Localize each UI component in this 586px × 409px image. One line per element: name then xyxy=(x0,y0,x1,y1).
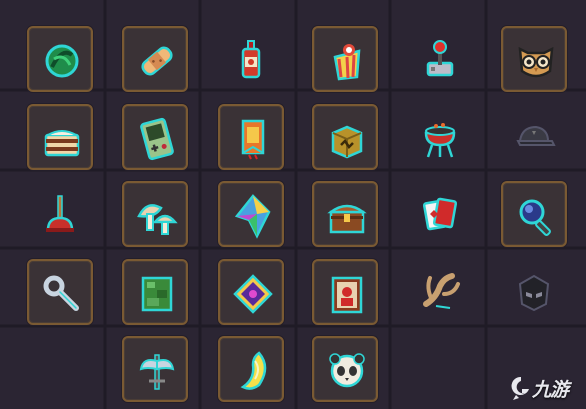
watermark: 九游 xyxy=(510,373,576,403)
dark-cap-icon xyxy=(516,125,556,146)
inventory-slot[interactable] xyxy=(218,336,284,402)
playing-cards-icon xyxy=(422,197,458,231)
wrench-icon xyxy=(43,275,79,311)
inventory-slot[interactable] xyxy=(312,104,378,170)
orange-banner-icon xyxy=(241,119,265,160)
jiuyou-logo-icon xyxy=(511,376,529,400)
watermark-text: 九游 xyxy=(532,379,569,401)
inventory-slot[interactable] xyxy=(27,181,93,247)
portrait-frame-icon xyxy=(331,276,363,314)
inventory-slot[interactable] xyxy=(218,26,284,92)
inventory-slot[interactable] xyxy=(407,26,473,92)
treasure-chest-icon xyxy=(327,204,367,234)
inventory-slot[interactable] xyxy=(122,104,188,170)
inventory-grid xyxy=(0,0,586,409)
hot-sauce-bottle-icon xyxy=(241,40,261,79)
inventory-slot[interactable] xyxy=(122,181,188,247)
inventory-slot[interactable] xyxy=(27,26,93,92)
inventory-slot[interactable] xyxy=(312,336,378,402)
green-melon-icon xyxy=(45,44,79,78)
inventory-slot[interactable] xyxy=(501,26,567,92)
inventory-slot[interactable] xyxy=(122,26,188,92)
dark-helmet-icon xyxy=(518,274,550,312)
double-axe-icon xyxy=(139,354,175,390)
inventory-slot[interactable] xyxy=(407,259,473,325)
inventory-slot[interactable] xyxy=(27,104,93,170)
inventory-slot[interactable] xyxy=(312,259,378,325)
handheld-console-icon xyxy=(140,117,174,161)
mushrooms-icon xyxy=(137,204,178,235)
rainbow-crystal-icon xyxy=(234,194,271,239)
empty-inventory-slot[interactable] xyxy=(407,336,473,402)
inventory-slot[interactable] xyxy=(218,181,284,247)
inventory-slot[interactable] xyxy=(501,104,567,170)
green-map-icon xyxy=(141,276,173,312)
inventory-slot[interactable] xyxy=(122,336,188,402)
inventory-slot[interactable] xyxy=(27,259,93,325)
inventory-slot[interactable] xyxy=(312,26,378,92)
inventory-slot[interactable] xyxy=(407,104,473,170)
panda-skull-icon xyxy=(329,353,365,388)
inventory-slot[interactable] xyxy=(218,259,284,325)
yellow-fang-icon xyxy=(240,351,267,390)
empty-inventory-slot[interactable] xyxy=(27,336,93,402)
owl-mask-icon xyxy=(518,46,554,78)
layer-cake-icon xyxy=(44,130,80,157)
inventory-slot[interactable] xyxy=(407,181,473,247)
joystick-icon xyxy=(426,40,454,77)
gold-block-icon xyxy=(331,125,363,159)
claw-icon xyxy=(423,273,460,309)
bbq-grill-icon xyxy=(424,123,456,158)
inventory-slot[interactable] xyxy=(501,181,567,247)
inventory-slot[interactable] xyxy=(312,181,378,247)
inventory-slot[interactable] xyxy=(501,259,567,325)
plunger-icon xyxy=(46,195,74,232)
popcorn-bucket-icon xyxy=(333,44,361,81)
inventory-slot[interactable] xyxy=(218,104,284,170)
bandage-icon xyxy=(141,46,173,76)
inventory-slot[interactable] xyxy=(122,259,188,325)
magnifier-icon xyxy=(519,199,551,236)
purple-spellbook-icon xyxy=(233,274,273,314)
